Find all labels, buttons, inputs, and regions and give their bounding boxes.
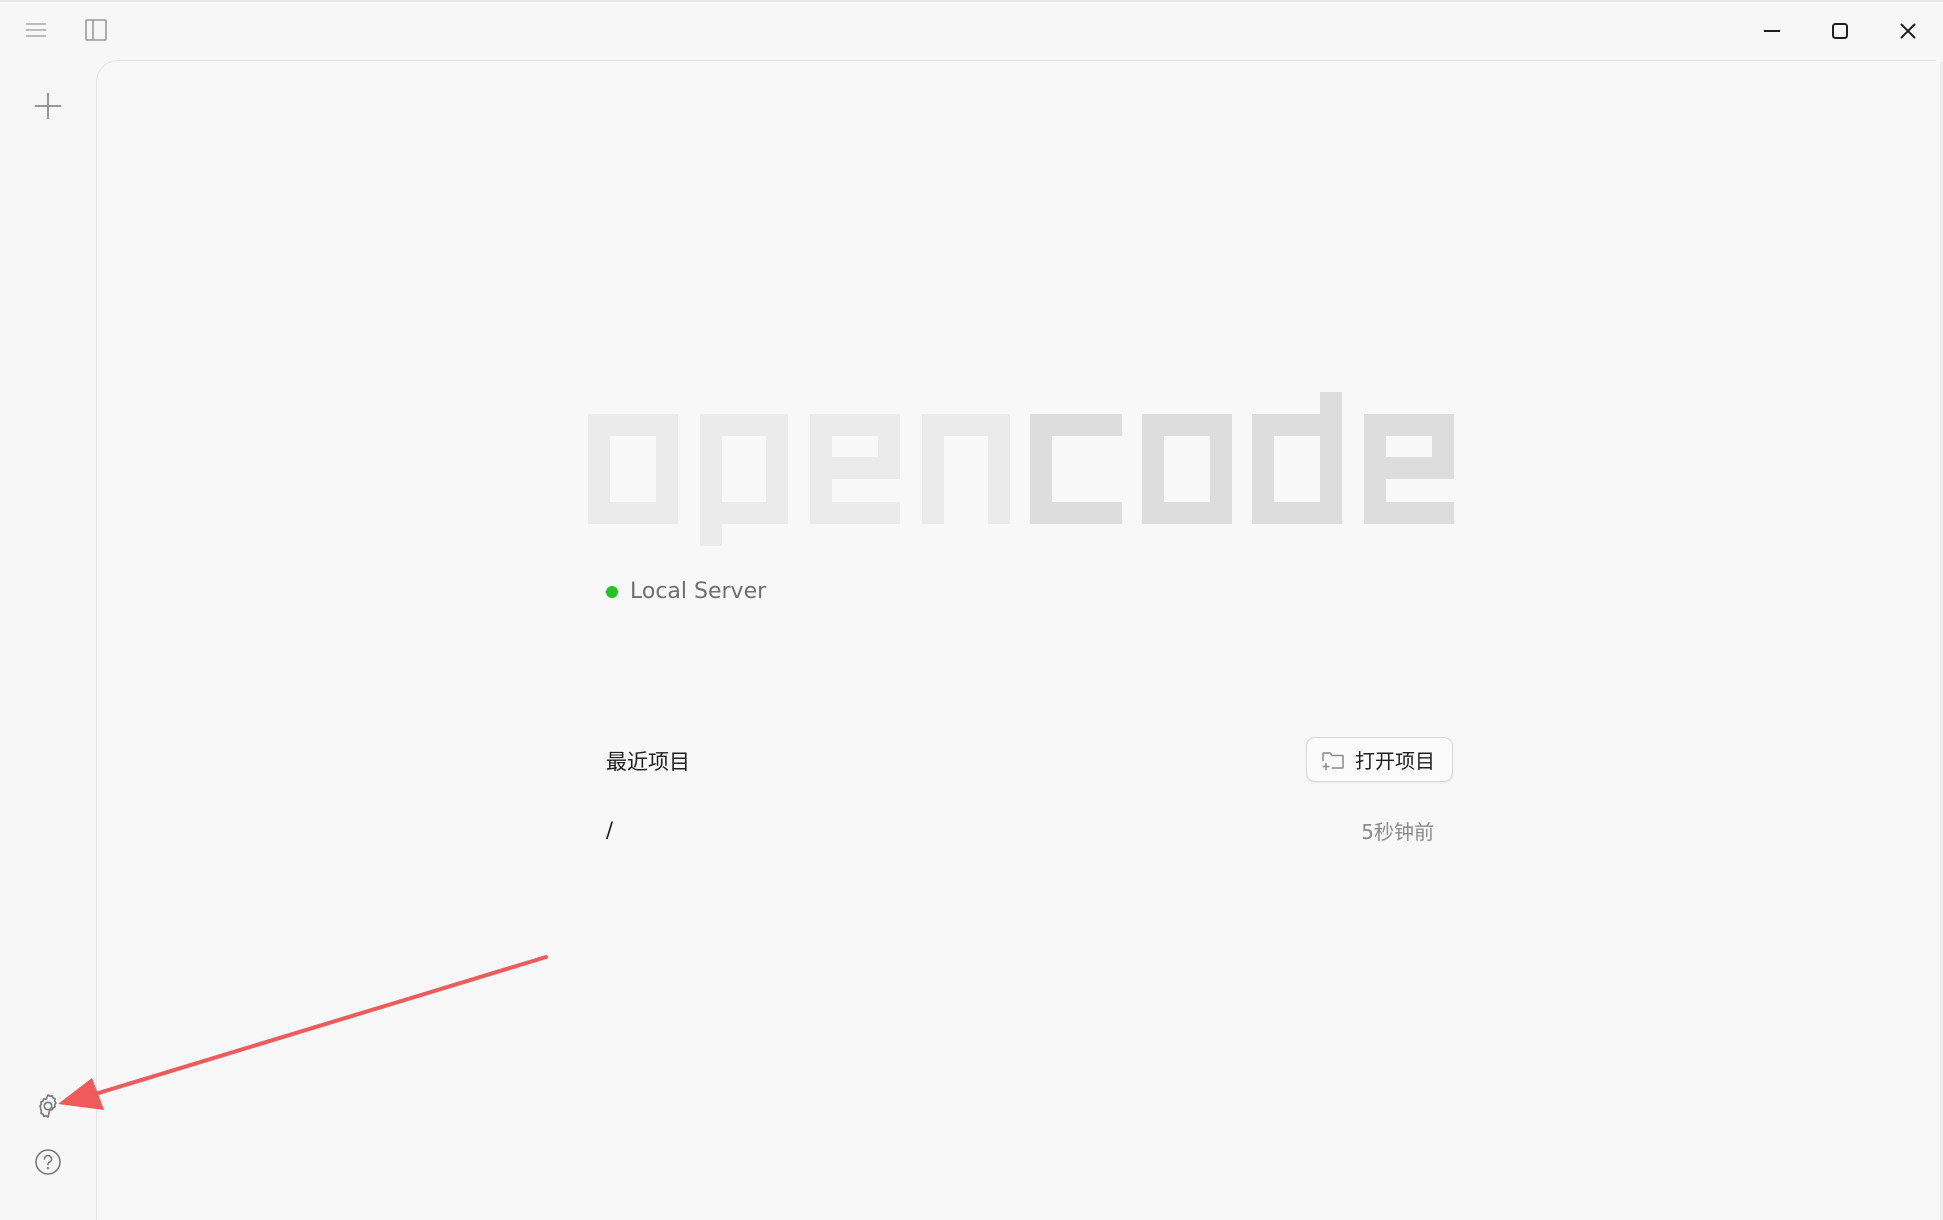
maximize-button[interactable] <box>1820 14 1860 48</box>
sidebar-toggle-icon <box>85 19 107 41</box>
close-icon <box>1900 23 1916 39</box>
sidebar-toggle-button[interactable] <box>82 16 110 44</box>
app-window: Local Server 最近项目 打开项目 / 5秒钟前 <box>0 0 1943 1220</box>
plus-icon <box>35 93 61 119</box>
project-row[interactable]: / 5秒钟前 <box>606 810 1434 850</box>
main-panel <box>96 60 1936 1220</box>
opencode-logo <box>588 392 1454 546</box>
open-project-label: 打开项目 <box>1355 749 1435 773</box>
server-label: Local Server <box>630 579 767 604</box>
hamburger-menu-icon <box>26 23 46 37</box>
open-project-button[interactable]: 打开项目 <box>1306 737 1453 782</box>
close-button[interactable] <box>1888 14 1928 48</box>
minimize-icon <box>1764 30 1780 32</box>
new-session-button[interactable] <box>28 86 68 126</box>
settings-button[interactable] <box>30 1088 66 1124</box>
help-icon <box>35 1149 61 1175</box>
project-path: / <box>606 818 614 842</box>
folder-add-icon <box>1322 751 1344 770</box>
minimize-button[interactable] <box>1752 14 1792 48</box>
project-time: 5秒钟前 <box>1361 819 1434 844</box>
recent-projects-title: 最近项目 <box>606 750 690 774</box>
menu-button[interactable] <box>22 16 50 44</box>
maximize-icon <box>1832 23 1848 39</box>
status-dot <box>606 585 618 598</box>
server-status: Local Server <box>606 579 766 604</box>
help-button[interactable] <box>30 1144 66 1180</box>
gear-icon <box>39 1094 57 1118</box>
